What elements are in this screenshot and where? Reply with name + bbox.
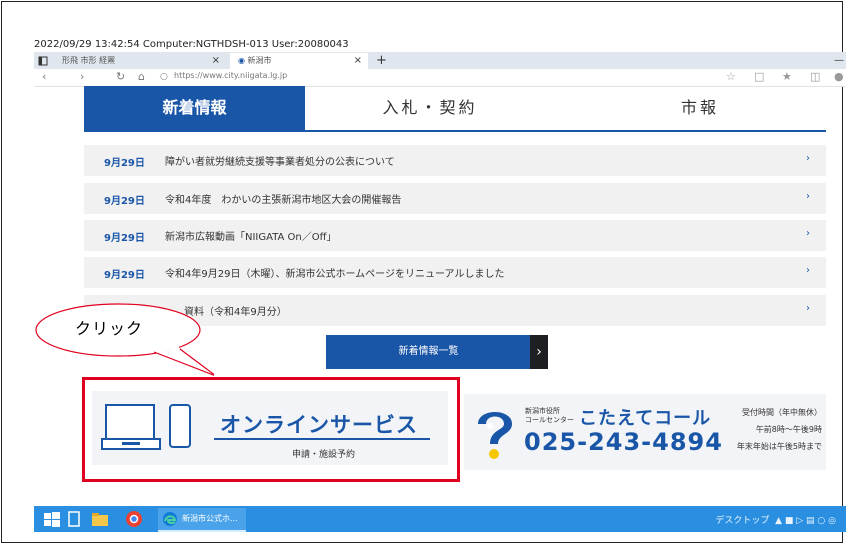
news-list-button[interactable]: 新着情報一覧 › (326, 335, 548, 369)
call-center-hours: 受付時間（年中無休） 午前8時～午後9時 年末年始は午後5時まで (728, 404, 822, 455)
news-date: 9月29日 (104, 158, 145, 169)
call-center-name: こたえてコール (579, 408, 712, 429)
globe-icon: ◉ (238, 56, 245, 65)
capture-stamp: 2022/09/29 13:42:54 Computer:NGTHDSH-013… (34, 39, 349, 50)
address-bar: ‹ › ↻ ⌂ ○ https://www.city.niigata.lg.jp… (34, 69, 846, 87)
news-list-label: 新着情報一覧 (398, 346, 459, 357)
question-mascot-icon (478, 412, 512, 459)
tab-new-info[interactable]: 新着情報 (84, 86, 305, 132)
system-tray[interactable]: デスクトップ ▲ ■ ▷ ▤ ○ ◎ (715, 513, 836, 526)
laptop-phone-icon (101, 404, 191, 450)
taskbar-app-edge[interactable]: 新潟市公式ホ... (158, 508, 246, 532)
refresh-icon[interactable]: ↻ (116, 70, 125, 83)
news-title[interactable]: 令和4年9月29日（木曜）、新潟市公式ホームページをリニューアルしました (165, 265, 504, 280)
read-aloud-icon[interactable]: ☆ (726, 70, 736, 83)
url-field[interactable]: https://www.city.niigata.lg.jp (174, 71, 287, 80)
online-service-banner[interactable]: オンラインサービス 申請・施設予約 (92, 391, 448, 465)
news-title[interactable]: 新潟市広報動画「NIIGATA On／Off」 (165, 228, 337, 243)
news-row[interactable]: 9月29日 令和4年9月29日（木曜）、新潟市公式ホームページをリニューアルしま… (84, 257, 826, 288)
news-row[interactable]: 9月29日 障がい者就労継続支援等事業者処分の公表について › (84, 145, 826, 176)
browser-tab-bar: 形飛 市形 経罴 × ◉ 新潟市 × + — (34, 52, 846, 69)
news-title[interactable]: 令和4年度 わかいの主張新潟市地区大会の開催報告 (165, 191, 401, 206)
file-explorer-icon[interactable] (90, 509, 110, 529)
home-icon[interactable]: ⌂ (138, 70, 145, 83)
profile-icon[interactable]: ● (834, 70, 844, 83)
news-title[interactable]: 障がい者就労継続支援等事業者処分の公表について (165, 153, 395, 168)
call-center-phone[interactable]: 025-243-4894 (524, 428, 723, 456)
favorites-icon[interactable]: ★ (782, 70, 792, 83)
org-line-1: 新潟市役所 (525, 407, 560, 415)
browser-tab-2[interactable]: ◉ 新潟市 × (230, 53, 368, 69)
tray-desktop-label[interactable]: デスクトップ (715, 516, 769, 526)
hours-line-3: 年末年始は午後5時まで (736, 442, 822, 451)
collections-icon[interactable]: □ (754, 70, 764, 83)
edge-icon (163, 512, 177, 526)
call-center-org: 新潟市役所 コールセンター (525, 407, 574, 425)
org-line-2: コールセンター (525, 416, 574, 424)
news-row[interactable]: 9月29日 令和4年度 わかいの主張新潟市地区大会の開催報告 › (84, 183, 826, 214)
browser-tab-1[interactable]: 形飛 市形 経罴 × (54, 53, 226, 69)
news-date: 9月29日 (104, 233, 145, 244)
tab-label: 形飛 市形 経罴 (62, 56, 116, 65)
chevron-right-icon: › (806, 265, 810, 276)
news-date: 9月29日 (104, 196, 145, 207)
tray-icons: ▲ ■ ▷ ▤ ○ ◎ (772, 516, 836, 526)
tab-bidding[interactable]: 入札・契約 (330, 86, 530, 130)
close-icon[interactable]: × (212, 53, 220, 69)
online-service-title: オンラインサービス (220, 413, 418, 437)
chevron-right-icon: › (806, 191, 810, 202)
extensions-icon[interactable]: ◫ (810, 70, 820, 83)
hours-line-1: 受付時間（年中無休） (742, 408, 822, 417)
task-view-icon[interactable] (64, 509, 84, 529)
new-tab-button[interactable]: + (376, 52, 387, 69)
tab-underline (84, 130, 826, 132)
tab-label: 新潟市 (247, 56, 272, 65)
chevron-right-icon: › (806, 153, 810, 164)
online-service-highlight[interactable]: オンラインサービス 申請・施設予約 (82, 377, 460, 482)
news-row[interactable]: 9月29日 新潟市広報動画「NIIGATA On／Off」 › (84, 220, 826, 251)
chrome-icon[interactable] (124, 509, 144, 529)
divider (214, 438, 430, 440)
minimize-button[interactable]: — (832, 52, 846, 69)
news-date: 9月29日 (104, 270, 145, 281)
window-menu-icon[interactable] (38, 53, 48, 69)
windows-start-icon[interactable] (42, 509, 62, 529)
hours-line-2: 午前8時～午後9時 (755, 425, 822, 434)
online-service-subtitle: 申請・施設予約 (292, 450, 356, 460)
back-icon[interactable]: ‹ (42, 70, 46, 83)
forward-icon[interactable]: › (80, 70, 84, 83)
tab-city-bulletin[interactable]: 市報 (600, 86, 800, 130)
call-center-banner[interactable]: 新潟市役所 コールセンター こたえてコール 025-243-4894 受付時間（… (464, 394, 826, 470)
callout-text: クリック (75, 319, 144, 338)
chevron-right-icon: › (806, 228, 810, 239)
lock-icon: ○ (160, 72, 168, 82)
taskbar: 新潟市公式ホ... デスクトップ ▲ ■ ▷ ▤ ○ ◎ (34, 506, 846, 532)
close-icon[interactable]: × (354, 53, 362, 69)
chevron-right-icon: › (530, 335, 548, 369)
taskbar-app-label: 新潟市公式ホ... (182, 514, 238, 523)
chevron-right-icon: › (806, 303, 810, 314)
